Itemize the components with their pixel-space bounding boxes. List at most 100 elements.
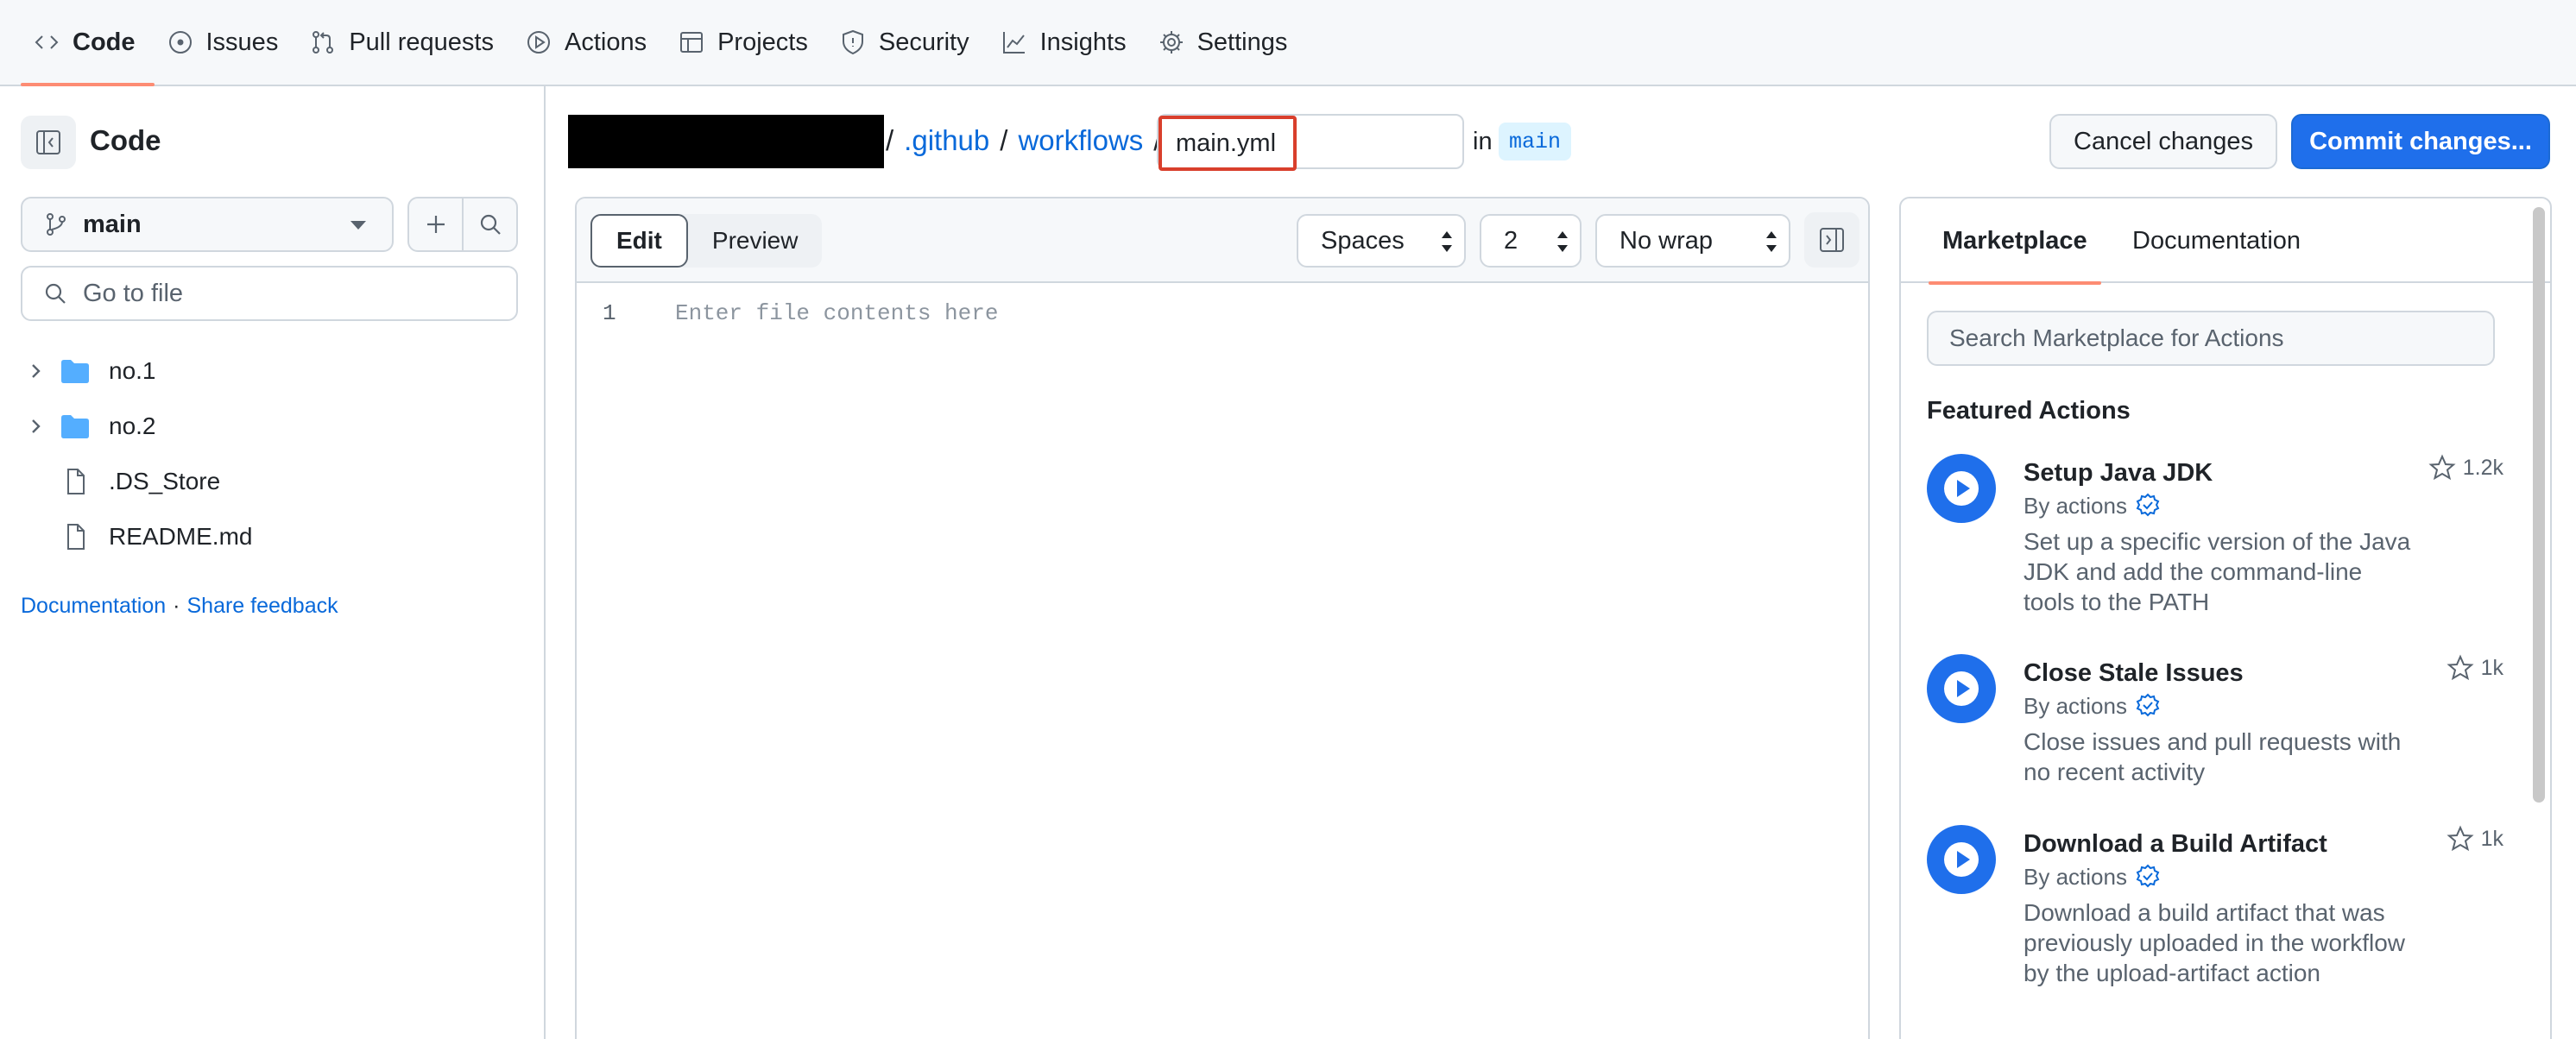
marketplace-tabs: Marketplace Documentation <box>1901 198 2550 285</box>
tab-settings-label: Settings <box>1196 28 1288 56</box>
git-branch-icon <box>47 213 66 236</box>
code-editor: Edit Preview Spaces 2 No wrap 1 Enter fi… <box>575 197 1870 1039</box>
action-title[interactable]: Close Stale Issues <box>2024 659 2244 688</box>
cancel-changes-button[interactable]: Cancel changes <box>2049 114 2277 169</box>
tab-marketplace[interactable]: Marketplace <box>1929 198 2101 285</box>
chevron-right-icon[interactable] <box>21 417 50 436</box>
action-title[interactable]: Download a Build Artifact <box>2024 830 2327 859</box>
action-star-count: 1k <box>2480 655 2503 680</box>
indent-mode-select[interactable]: Spaces <box>1297 214 1466 268</box>
breadcrumb-workflows[interactable]: workflows <box>1018 124 1143 157</box>
action-star-count: 1.2k <box>2462 455 2503 480</box>
go-to-file-field[interactable] <box>21 266 518 321</box>
graph-icon <box>1002 32 1025 54</box>
action-stars: 1.2k <box>2428 454 2503 482</box>
featured-actions-heading: Featured Actions <box>1927 397 2131 425</box>
commit-changes-button[interactable]: Commit changes... <box>2291 114 2550 169</box>
branch-selector[interactable]: main <box>21 197 394 252</box>
tree-item-label: no.1 <box>109 357 156 384</box>
chevron-down-icon <box>350 221 366 230</box>
action-description: Set up a specific version of the Java JD… <box>2024 528 2411 615</box>
sidebar-title: Code <box>90 124 161 156</box>
marketplace-scrollbar[interactable] <box>2533 207 2545 803</box>
plus-icon <box>426 216 445 233</box>
sidebar-footer-links: Documentation · Share feedback <box>21 594 338 619</box>
marketplace-search-input[interactable] <box>1927 311 2495 366</box>
file-icon <box>54 523 97 551</box>
shield-icon <box>842 29 863 55</box>
tab-issues[interactable]: Issues <box>155 0 298 85</box>
code-icon <box>35 35 59 49</box>
chevron-right-icon[interactable] <box>21 362 50 381</box>
indent-size-select[interactable]: 2 <box>1480 214 1582 268</box>
preview-tab[interactable]: Preview <box>688 214 823 268</box>
wrap-mode-select[interactable]: No wrap <box>1595 214 1790 268</box>
tab-code-label: Code <box>73 28 136 56</box>
action-play-icon <box>1927 825 1996 894</box>
tab-actions[interactable]: Actions <box>513 0 666 85</box>
select-arrows-icon <box>1442 231 1452 252</box>
tree-item-label: README.md <box>109 523 253 550</box>
go-to-file-input[interactable] <box>83 279 497 308</box>
documentation-link[interactable]: Documentation <box>21 594 166 618</box>
code-line[interactable]: 1 Enter file contents here <box>577 300 1868 335</box>
edit-preview-toggle: Edit Preview <box>590 214 823 268</box>
indent-size-value: 2 <box>1504 226 1518 255</box>
filename-input[interactable] <box>1159 116 1297 171</box>
select-arrows-icon <box>1557 231 1568 252</box>
action-title[interactable]: Setup Java JDK <box>2024 459 2213 488</box>
breadcrumb-separator: / <box>1000 124 1008 156</box>
action-author-label: By actions <box>2024 692 2127 719</box>
verified-icon <box>2136 693 2160 717</box>
toggle-side-panel-button[interactable] <box>1804 212 1859 268</box>
search-files-button[interactable] <box>462 198 516 250</box>
line-number: 1 <box>603 300 616 326</box>
tree-item-label: .DS_Store <box>109 468 221 494</box>
tree-actions <box>407 197 518 252</box>
indent-mode-value: Spaces <box>1321 226 1405 255</box>
action-author-label: By actions <box>2024 492 2127 519</box>
folder-icon <box>54 412 97 440</box>
redacted-repo-name <box>568 115 884 168</box>
action-card[interactable]: Download a Build Artifact By actions Dow… <box>1927 825 2505 1032</box>
file-tree: no.1 no.2 .DS_Store README.md <box>21 343 539 564</box>
tree-item-folder[interactable]: no.2 <box>21 399 539 454</box>
issue-opened-icon <box>168 31 192 54</box>
tab-pull-requests[interactable]: Pull requests <box>297 0 513 85</box>
action-card[interactable]: Setup Java JDK By actions Set up a speci… <box>1927 454 2505 627</box>
tab-documentation[interactable]: Documentation <box>2132 198 2301 283</box>
marketplace-panel: Marketplace Documentation Featured Actio… <box>1899 197 2552 1039</box>
breadcrumb-github[interactable]: .github <box>904 124 989 157</box>
add-file-button[interactable] <box>409 198 462 250</box>
share-feedback-link[interactable]: Share feedback <box>186 594 338 618</box>
table-icon <box>680 32 704 53</box>
filename-field[interactable] <box>1157 114 1464 171</box>
sidebar-collapse-icon <box>36 130 60 154</box>
branch-badge: main <box>1499 123 1572 161</box>
in-label: in <box>1473 128 1493 155</box>
tree-item-file[interactable]: .DS_Store <box>21 454 539 509</box>
tab-security[interactable]: Security <box>827 0 988 85</box>
action-card[interactable]: Close Stale Issues By actions Close issu… <box>1927 654 2505 801</box>
edit-tab[interactable]: Edit <box>590 214 688 268</box>
action-description: Download a build artifact that was previ… <box>2024 899 2406 986</box>
editor-placeholder: Enter file contents here <box>675 300 999 326</box>
tab-settings[interactable]: Settings <box>1146 0 1307 85</box>
play-icon <box>527 31 550 54</box>
tab-projects[interactable]: Projects <box>666 0 827 85</box>
file-tree-sidebar: Code main no.1 no.2 .DS_Store <box>0 86 546 1039</box>
tab-code[interactable]: Code <box>21 0 155 86</box>
action-star-count: 1k <box>2480 826 2503 851</box>
collapse-sidebar-button[interactable] <box>21 116 76 169</box>
action-stars: 1k <box>2447 825 2503 853</box>
tab-security-label: Security <box>878 28 969 56</box>
tab-actions-label: Actions <box>564 28 647 56</box>
action-author: By actions <box>2024 692 2162 720</box>
tree-item-label: no.2 <box>109 412 156 439</box>
verified-icon <box>2136 493 2160 517</box>
tree-item-folder[interactable]: no.1 <box>21 343 539 399</box>
tree-item-file[interactable]: README.md <box>21 509 539 564</box>
file-icon <box>54 468 97 495</box>
star-icon <box>2428 454 2456 481</box>
tab-insights[interactable]: Insights <box>988 0 1146 85</box>
